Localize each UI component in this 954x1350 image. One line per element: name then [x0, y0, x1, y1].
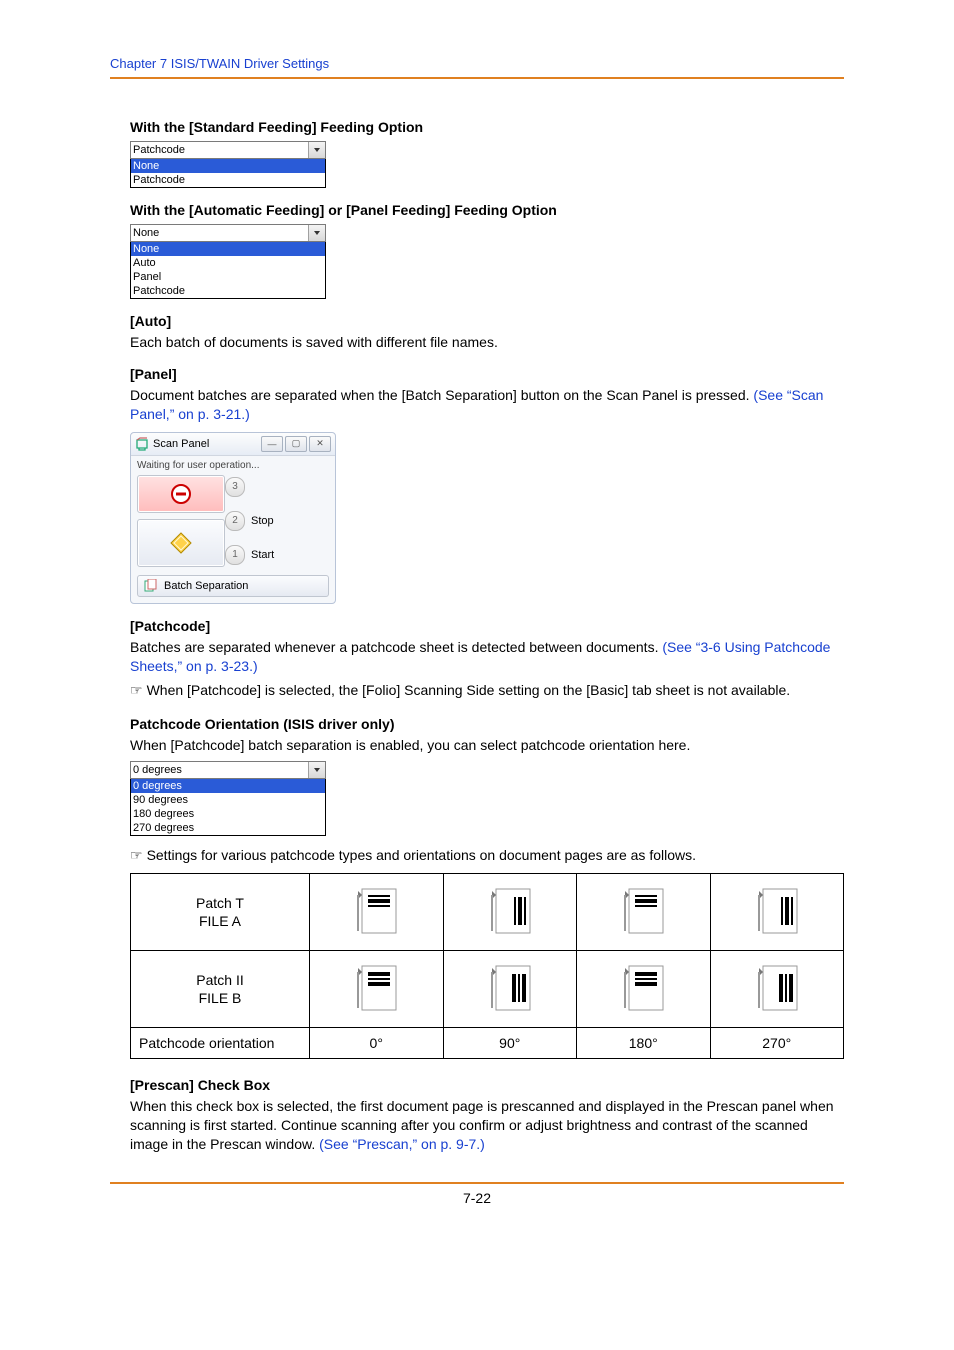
table-cell	[577, 951, 711, 1028]
table-cell	[443, 951, 577, 1028]
auto-heading: [Auto]	[130, 313, 844, 329]
scan-panel-row-start: 1 Start	[225, 543, 329, 567]
table-cell	[443, 874, 577, 951]
dropdown-option[interactable]: 0 degrees	[131, 779, 325, 793]
dropdown-option[interactable]: None	[131, 159, 325, 173]
dropdown-standard-selected: Patchcode	[133, 144, 185, 156]
table-row-label-patch-t: Patch T FILE A	[131, 874, 310, 951]
dropdown-option[interactable]: 180 degrees	[131, 807, 325, 821]
scan-panel-titlebar: Scan Panel — ▢ ✕	[131, 433, 335, 456]
chevron-down-icon[interactable]	[308, 762, 325, 778]
badge-1: 1	[225, 545, 245, 565]
close-button[interactable]: ✕	[309, 436, 331, 452]
scan-panel-title: Scan Panel	[153, 438, 259, 450]
patchcode-note-text: When [Patchcode] is selected, the [Folio…	[147, 682, 791, 698]
scan-panel-row-stop: 2 Stop	[225, 509, 329, 533]
scan-stop-button[interactable]	[137, 475, 225, 513]
orientation-note-text: Settings for various patchcode types and…	[147, 847, 696, 863]
table-cell	[710, 951, 844, 1028]
table-cell: 90°	[443, 1028, 577, 1059]
patchcode-orientation-text: When [Patchcode] batch separation is ena…	[130, 736, 844, 755]
dropdown-auto-selected: None	[133, 227, 159, 239]
dropdown-orientation[interactable]: 0 degrees 0 degrees 90 degrees 180 degre…	[130, 761, 326, 836]
auto-text: Each batch of documents is saved with di…	[130, 333, 844, 352]
dropdown-option[interactable]: None	[131, 242, 325, 256]
scan-panel-status: Waiting for user operation...	[137, 460, 329, 471]
patchcode-text: Batches are separated whenever a patchco…	[130, 638, 844, 676]
dropdown-orientation-selected: 0 degrees	[133, 764, 182, 776]
bottom-rule	[110, 1182, 844, 1184]
badge-3: 3	[225, 477, 245, 497]
orientation-note: Settings for various patchcode types and…	[148, 846, 844, 865]
chevron-down-icon[interactable]	[308, 225, 325, 241]
table-cell: 0°	[310, 1028, 444, 1059]
patchcode-note: When [Patchcode] is selected, the [Folio…	[148, 681, 844, 700]
prescan-xref-link[interactable]: (See “Prescan,” on p. 9-7.)	[319, 1136, 485, 1152]
chevron-down-icon[interactable]	[308, 142, 325, 158]
standard-feeding-heading: With the [Standard Feeding] Feeding Opti…	[130, 119, 844, 135]
table-cell	[310, 874, 444, 951]
table-row-label-patch-ii: Patch II FILE B	[131, 951, 310, 1028]
table-cell	[710, 874, 844, 951]
scan-panel-start-label: Start	[251, 549, 274, 561]
panel-text: Document batches are separated when the …	[130, 386, 844, 424]
maximize-button[interactable]: ▢	[285, 436, 307, 452]
panel-heading: [Panel]	[130, 366, 844, 382]
panel-text-body: Document batches are separated when the …	[130, 387, 753, 403]
dropdown-option[interactable]: 270 degrees	[131, 821, 325, 835]
prescan-text: When this check box is selected, the fir…	[130, 1097, 844, 1154]
scan-panel-app-icon	[135, 437, 149, 451]
minimize-button[interactable]: —	[261, 436, 283, 452]
patchcode-orientation-heading: Patchcode Orientation (ISIS driver only)	[130, 716, 844, 732]
batch-separation-icon	[144, 579, 158, 593]
dropdown-option[interactable]: Panel	[131, 270, 325, 284]
dropdown-option[interactable]: Patchcode	[131, 284, 325, 298]
dropdown-standard[interactable]: Patchcode None Patchcode	[130, 141, 326, 188]
page-number: 7-22	[110, 1190, 844, 1206]
prescan-heading: [Prescan] Check Box	[130, 1077, 844, 1093]
batch-separation-label: Batch Separation	[164, 580, 248, 592]
patchcode-heading: [Patchcode]	[130, 618, 844, 634]
table-cell	[310, 951, 444, 1028]
scan-panel-window: Scan Panel — ▢ ✕ Waiting for user operat…	[130, 432, 336, 604]
dropdown-auto[interactable]: None None Auto Panel Patchcode	[130, 224, 326, 299]
batch-separation-button[interactable]: Batch Separation	[137, 575, 329, 597]
table-row-label-orientation: Patchcode orientation	[131, 1028, 310, 1059]
patchcode-text-body: Batches are separated whenever a patchco…	[130, 639, 662, 655]
patchcode-orientation-table: Patch T FILE A	[130, 873, 844, 1059]
scan-panel-stop-label: Stop	[251, 515, 274, 527]
table-cell: 180°	[577, 1028, 711, 1059]
dropdown-option[interactable]: Auto	[131, 256, 325, 270]
scan-panel-row-3: 3	[225, 475, 329, 499]
table-cell	[577, 874, 711, 951]
dropdown-option[interactable]: Patchcode	[131, 173, 325, 187]
table-cell: 270°	[710, 1028, 844, 1059]
badge-2: 2	[225, 511, 245, 531]
dropdown-option[interactable]: 90 degrees	[131, 793, 325, 807]
auto-panel-feeding-heading: With the [Automatic Feeding] or [Panel F…	[130, 202, 844, 218]
chapter-header: Chapter 7 ISIS/TWAIN Driver Settings	[110, 56, 844, 71]
scan-start-button[interactable]	[137, 519, 225, 567]
top-rule	[110, 77, 844, 79]
